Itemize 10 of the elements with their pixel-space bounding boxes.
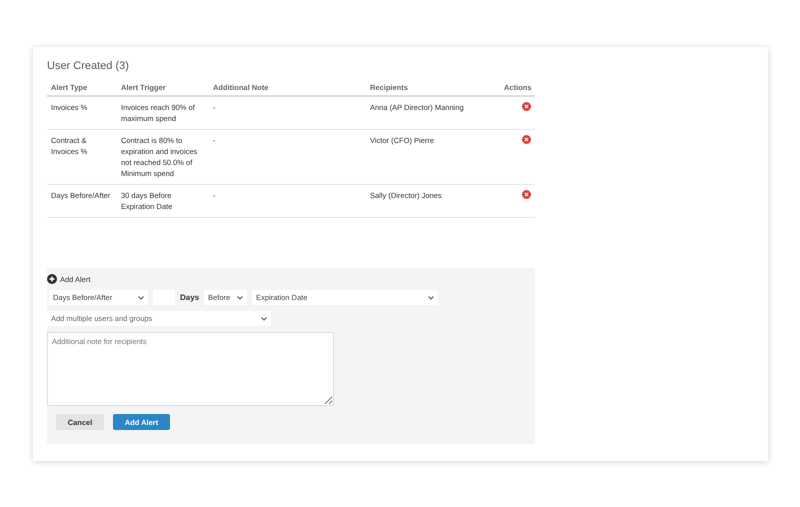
chevron-icon (428, 296, 434, 300)
delete-icon[interactable] (522, 135, 531, 144)
delete-icon[interactable] (522, 190, 531, 199)
chevron-icon (138, 296, 144, 300)
chevron-icon (237, 296, 244, 300)
section-title: User Created (3) (47, 60, 130, 72)
delete-icon[interactable] (522, 102, 531, 111)
chevron-icon (261, 316, 267, 320)
plus-icon[interactable] (47, 274, 57, 284)
days-label: Days (180, 293, 200, 302)
